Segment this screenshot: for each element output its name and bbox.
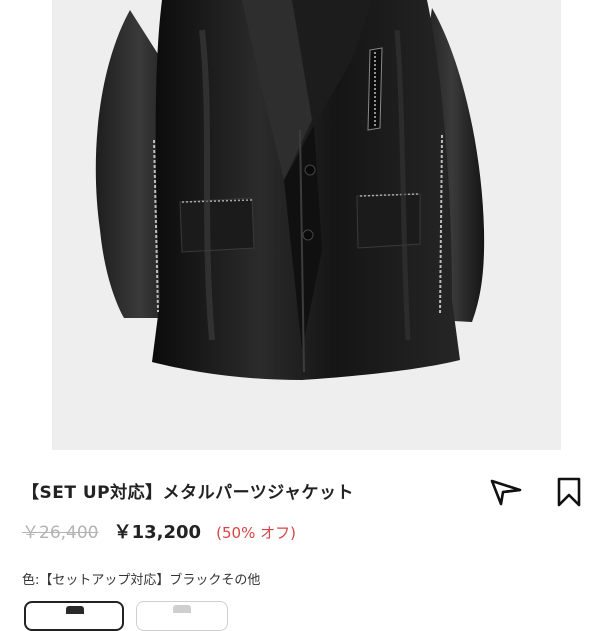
bookmark-icon[interactable] xyxy=(555,477,583,507)
swatch-thumbnail xyxy=(173,605,191,613)
color-label: 色:【セットアップ対応】ブラックその他 xyxy=(22,573,261,588)
product-image[interactable] xyxy=(52,0,561,450)
swatch-selected[interactable] xyxy=(24,601,124,631)
discount-label: (50% オフ) xyxy=(216,524,296,542)
price-row: ￥26,400 ￥13,200 (50% オフ) xyxy=(22,518,296,544)
original-price: ￥26,400 xyxy=(22,523,99,543)
send-icon[interactable] xyxy=(489,478,523,506)
swatch-option[interactable] xyxy=(136,601,228,631)
product-title: 【SET UP対応】メタルパーツジャケット xyxy=(22,483,354,503)
sale-price: ￥13,200 xyxy=(113,522,202,543)
title-row: 【SET UP対応】メタルパーツジャケット xyxy=(22,476,592,507)
